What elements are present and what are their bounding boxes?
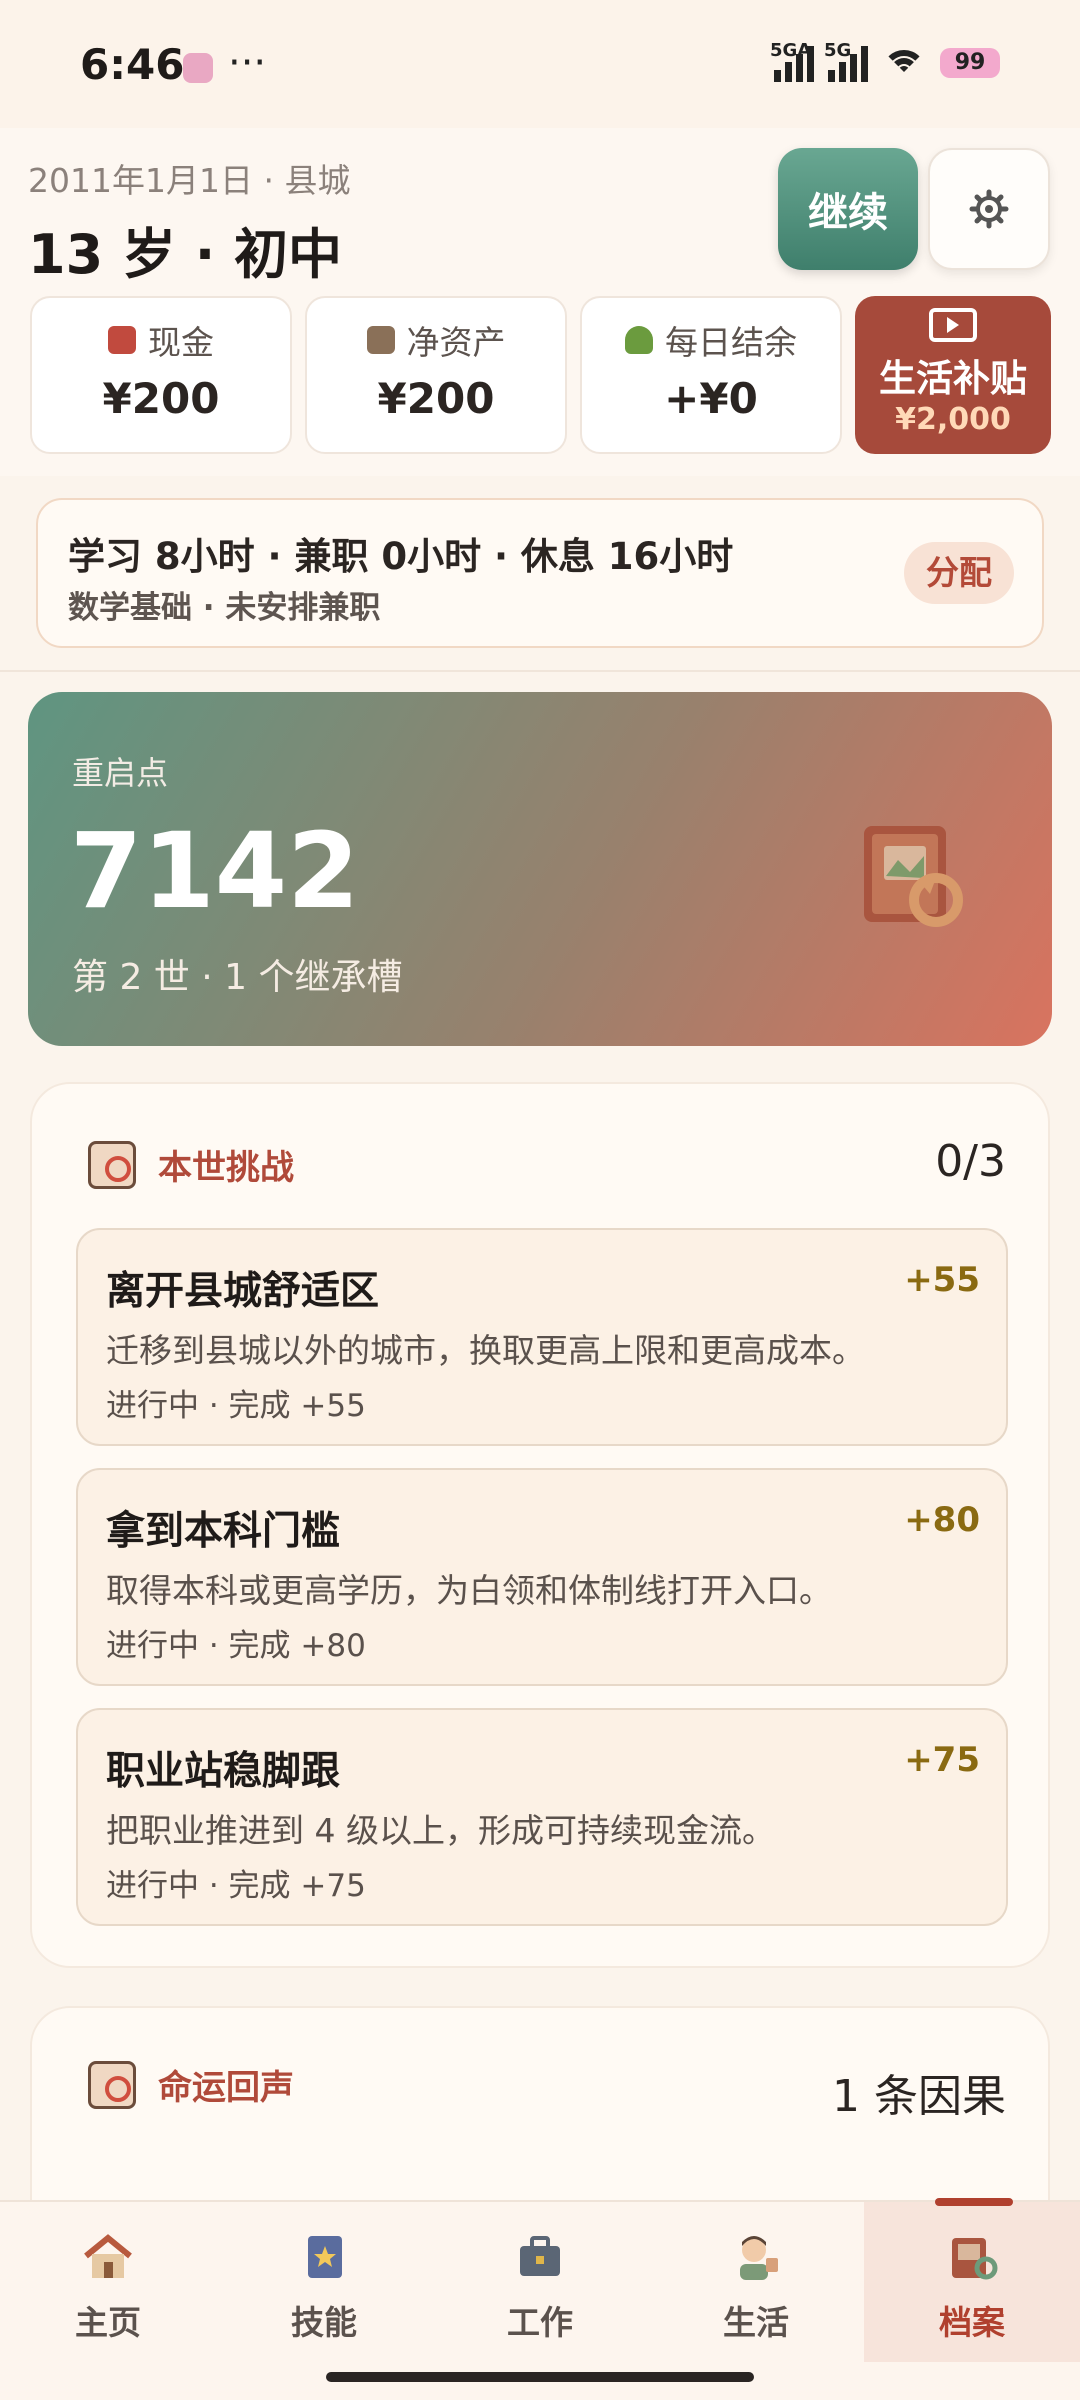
restart-subtitle: 第 2 世 · 1 个继承槽	[72, 957, 403, 998]
challenge-item[interactable]: 拿到本科门槛 +80 取得本科或更高学历，为白领和体制线打开入口。 进行中 · …	[76, 1468, 1008, 1686]
continue-button[interactable]: 继续	[778, 148, 918, 270]
daily-balance-stat: 每日结余 +¥0	[580, 296, 842, 454]
schedule-card[interactable]: 学习 8小时 · 兼职 0小时 · 休息 16小时 数学基础 · 未安排兼职 分…	[36, 498, 1044, 648]
tab-skills[interactable]: 技能	[216, 2202, 432, 2362]
restart-points-card: 重启点 7142 第 2 世 · 1 个继承槽	[28, 692, 1052, 1046]
cash-stat: 现金 ¥200	[30, 296, 292, 454]
tab-home[interactable]: 主页	[0, 2202, 216, 2362]
cash-value: ¥200	[102, 374, 220, 423]
video-icon	[929, 308, 977, 342]
subsidy-label: 生活补贴	[879, 357, 1027, 400]
home-indicator[interactable]	[326, 2372, 754, 2382]
active-tab-indicator	[935, 2198, 1013, 2206]
living-subsidy-button[interactable]: 生活补贴 ¥2,000	[855, 296, 1051, 454]
sprout-icon	[625, 326, 653, 354]
challenge-title: 职业站稳脚跟	[106, 1749, 341, 1794]
target-notebook-icon	[88, 1140, 136, 1189]
battery-icon: 99	[940, 48, 1000, 78]
signal-5ga-icon: 5GA	[770, 40, 814, 82]
building-icon	[366, 326, 395, 354]
skill-book-icon	[296, 2232, 352, 2282]
tab-label: 档案	[939, 2303, 1005, 2342]
tab-label: 工作	[507, 2303, 573, 2342]
net-assets-value: ¥200	[377, 374, 495, 423]
challenge-points: +55	[904, 1260, 980, 1300]
challenge-title: 拿到本科门槛	[106, 1509, 341, 1554]
divider	[0, 670, 1080, 672]
allocate-button[interactable]: 分配	[904, 542, 1014, 604]
challenge-description: 取得本科或更高学历，为白领和体制线打开入口。	[106, 1571, 832, 1610]
date-location: 2011年1月1日 · 县城	[28, 161, 351, 200]
challenge-item[interactable]: 职业站稳脚跟 +75 把职业推进到 4 级以上，形成可持续现金流。 进行中 · …	[76, 1708, 1008, 1926]
challenge-status: 进行中 · 完成 +75	[106, 1868, 366, 1904]
challenge-item[interactable]: 离开县城舒适区 +55 迁移到县城以外的城市，换取更高上限和更高成本。 进行中 …	[76, 1228, 1008, 1446]
tab-archive[interactable]: 档案	[864, 2202, 1080, 2362]
challenge-status: 进行中 · 完成 +55	[106, 1388, 366, 1424]
bottom-tab-bar: 主页 技能 工作 生活 档案	[0, 2198, 1080, 2400]
challenges-count: 0/3	[935, 1136, 1006, 1187]
status-bar: 6:46 ··· 5GA 5G 99	[0, 0, 1080, 128]
restart-label: 重启点	[72, 754, 169, 792]
challenge-title: 离开县城舒适区	[106, 1269, 380, 1314]
cash-icon	[108, 326, 136, 354]
fate-title: 命运回声	[158, 2068, 294, 2108]
rebirth-book-icon	[864, 826, 963, 927]
tab-label: 主页	[75, 2303, 141, 2342]
archive-icon	[944, 2232, 1000, 2282]
briefcase-icon	[512, 2232, 568, 2282]
signal-5g-icon: 5G	[824, 40, 868, 82]
fate-count: 1 条因果	[832, 2071, 1006, 2122]
subsidy-amount: ¥2,000	[895, 402, 1011, 437]
tab-life[interactable]: 生活	[648, 2202, 864, 2362]
challenge-points: +75	[904, 1740, 980, 1780]
age-stage: 13 岁 · 初中	[28, 223, 343, 286]
daily-balance-value: +¥0	[664, 374, 758, 423]
schedule-detail: 数学基础 · 未安排兼职	[68, 590, 381, 626]
settings-button[interactable]	[928, 148, 1050, 270]
schedule-summary: 学习 8小时 · 兼职 0小时 · 休息 16小时	[68, 535, 734, 578]
daily-balance-label: 每日结余	[665, 323, 797, 362]
challenges-card: 本世挑战 0/3 离开县城舒适区 +55 迁移到县城以外的城市，换取更高上限和更…	[30, 1082, 1050, 1968]
restart-points-value: 7142	[70, 810, 360, 932]
more-notifications-icon: ···	[228, 40, 267, 86]
tab-work[interactable]: 工作	[432, 2202, 648, 2362]
wifi-icon	[882, 46, 926, 80]
app-notification-icon	[183, 53, 213, 83]
challenge-points: +80	[904, 1500, 980, 1540]
challenge-description: 把职业推进到 4 级以上，形成可持续现金流。	[106, 1811, 775, 1850]
home-icon	[80, 2232, 136, 2282]
person-icon	[728, 2232, 784, 2282]
net-assets-label: 净资产	[406, 323, 506, 362]
challenges-title: 本世挑战	[158, 1148, 294, 1188]
gear-icon	[969, 189, 1009, 229]
life-header: 2011年1月1日 · 县城 13 岁 · 初中 继续 现金 ¥200 净资产 …	[0, 128, 1080, 476]
tab-label: 技能	[291, 2303, 357, 2342]
tab-label: 生活	[723, 2303, 789, 2342]
challenge-description: 迁移到县城以外的城市，换取更高上限和更高成本。	[106, 1331, 865, 1370]
target-notebook-icon	[88, 2060, 136, 2109]
net-assets-stat: 净资产 ¥200	[305, 296, 567, 454]
status-time: 6:46	[80, 40, 185, 89]
challenge-status: 进行中 · 完成 +80	[106, 1628, 366, 1664]
cash-label: 现金	[148, 323, 214, 362]
